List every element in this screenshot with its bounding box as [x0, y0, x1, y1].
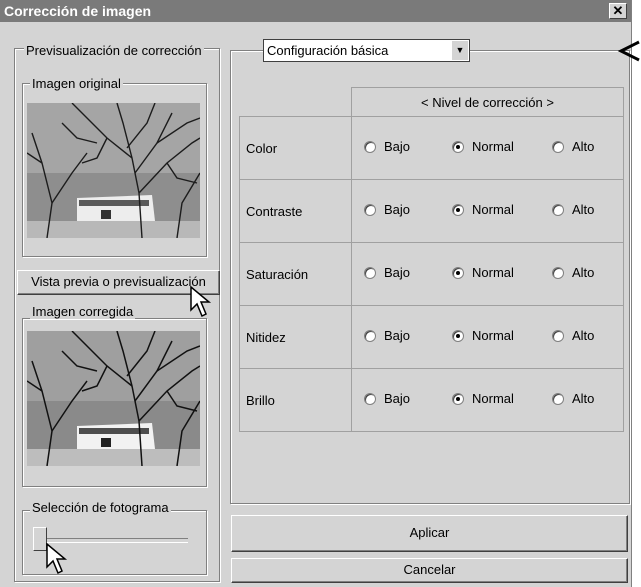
radio-button[interactable] [552, 392, 564, 405]
row-label: Nitidez [239, 305, 352, 369]
radio-option-normal[interactable]: Normal [452, 328, 514, 343]
corrected-image-label: Imagen corregida [30, 304, 136, 319]
frame-selection-label: Selección de fotograma [30, 500, 171, 515]
title-bar: Corrección de imagen ✕ [0, 0, 631, 22]
radio-label: Normal [472, 265, 514, 280]
radio-button[interactable] [452, 203, 464, 216]
radio-option-low[interactable]: Bajo [364, 391, 410, 406]
table-row: Nitidez Bajo Normal Alto [239, 305, 624, 369]
radio-label: Alto [572, 328, 595, 343]
radio-option-normal[interactable]: Normal [452, 139, 514, 154]
radio-label: Alto [572, 202, 595, 217]
table-row: Contraste Bajo Normal Alto [239, 179, 624, 243]
radio-label: Alto [572, 265, 595, 280]
radio-option-high[interactable]: Alto [552, 328, 594, 343]
radio-label: Bajo [384, 265, 411, 280]
settings-dropdown[interactable]: Configuración básica ▼ [263, 39, 470, 62]
radio-label: Bajo [384, 139, 411, 154]
apply-button-label: Aplicar [409, 525, 450, 540]
radio-option-low[interactable]: Bajo [364, 265, 410, 280]
radio-group: Bajo Normal Alto [351, 368, 624, 432]
row-label: Contraste [239, 179, 352, 243]
radio-group: Bajo Normal Alto [351, 116, 624, 180]
radio-button[interactable] [364, 329, 376, 342]
radio-button[interactable] [452, 392, 464, 405]
radio-button[interactable] [364, 266, 376, 279]
window-title: Corrección de imagen [4, 3, 152, 19]
original-image-thumbnail [27, 103, 200, 238]
original-photo [27, 103, 200, 238]
mouse-pointer-icon [190, 286, 212, 318]
radio-option-normal[interactable]: Normal [452, 391, 514, 406]
radio-option-normal[interactable]: Normal [452, 202, 514, 217]
table-corner [239, 87, 352, 117]
close-button[interactable]: ✕ [609, 3, 627, 19]
radio-button[interactable] [364, 392, 376, 405]
preview-button-label: Vista previa o previsualización [31, 274, 206, 289]
correction-level-header: < Nivel de corrección > [351, 87, 624, 117]
radio-label: Alto [572, 139, 595, 154]
radio-group: Bajo Normal Alto [351, 242, 624, 306]
radio-label: Alto [572, 391, 595, 406]
radio-label: Normal [472, 328, 514, 343]
radio-option-normal[interactable]: Normal [452, 265, 514, 280]
settings-dropdown-value: Configuración básica [267, 43, 389, 58]
radio-button[interactable] [552, 203, 564, 216]
radio-option-high[interactable]: Alto [552, 391, 594, 406]
radio-button[interactable] [364, 203, 376, 216]
radio-button[interactable] [452, 140, 464, 153]
callout-arrow-icon [617, 40, 640, 62]
radio-option-low[interactable]: Bajo [364, 328, 410, 343]
cancel-button[interactable]: Cancelar [231, 558, 628, 583]
radio-option-high[interactable]: Alto [552, 139, 594, 154]
table-row: Color Bajo Normal Alto [239, 116, 624, 180]
row-label: Brillo [239, 368, 352, 432]
frame-slider-thumb[interactable] [33, 527, 47, 551]
radio-option-high[interactable]: Alto [552, 265, 594, 280]
mouse-pointer-icon [46, 543, 68, 575]
radio-button[interactable] [364, 140, 376, 153]
table-row: Saturación Bajo Normal Alto [239, 242, 624, 306]
image-correction-dialog: Corrección de imagen ✕ Previsualización … [0, 0, 632, 587]
radio-label: Normal [472, 139, 514, 154]
radio-button[interactable] [452, 266, 464, 279]
corrected-photo [27, 331, 200, 466]
radio-button[interactable] [552, 266, 564, 279]
radio-group: Bajo Normal Alto [351, 179, 624, 243]
radio-button[interactable] [552, 140, 564, 153]
cancel-button-label: Cancelar [403, 562, 456, 577]
radio-group: Bajo Normal Alto [351, 305, 624, 369]
radio-label: Bajo [384, 328, 411, 343]
preview-group-label: Previsualización de corrección [24, 43, 204, 58]
radio-option-low[interactable]: Bajo [364, 202, 410, 217]
radio-label: Normal [472, 202, 514, 217]
corrected-image-thumbnail [27, 331, 200, 466]
correction-level-table: < Nivel de corrección > Color Bajo Norma… [239, 87, 624, 432]
apply-button[interactable]: Aplicar [231, 515, 628, 552]
radio-option-high[interactable]: Alto [552, 202, 594, 217]
original-image-label: Imagen original [30, 76, 123, 91]
close-icon: ✕ [612, 3, 624, 18]
radio-label: Normal [472, 391, 514, 406]
chevron-down-icon[interactable]: ▼ [451, 41, 468, 60]
radio-button[interactable] [552, 329, 564, 342]
radio-button[interactable] [452, 329, 464, 342]
radio-label: Bajo [384, 202, 411, 217]
row-label: Color [239, 116, 352, 180]
row-label: Saturación [239, 242, 352, 306]
radio-option-low[interactable]: Bajo [364, 139, 410, 154]
table-row: Brillo Bajo Normal Alto [239, 368, 624, 432]
radio-label: Bajo [384, 391, 411, 406]
